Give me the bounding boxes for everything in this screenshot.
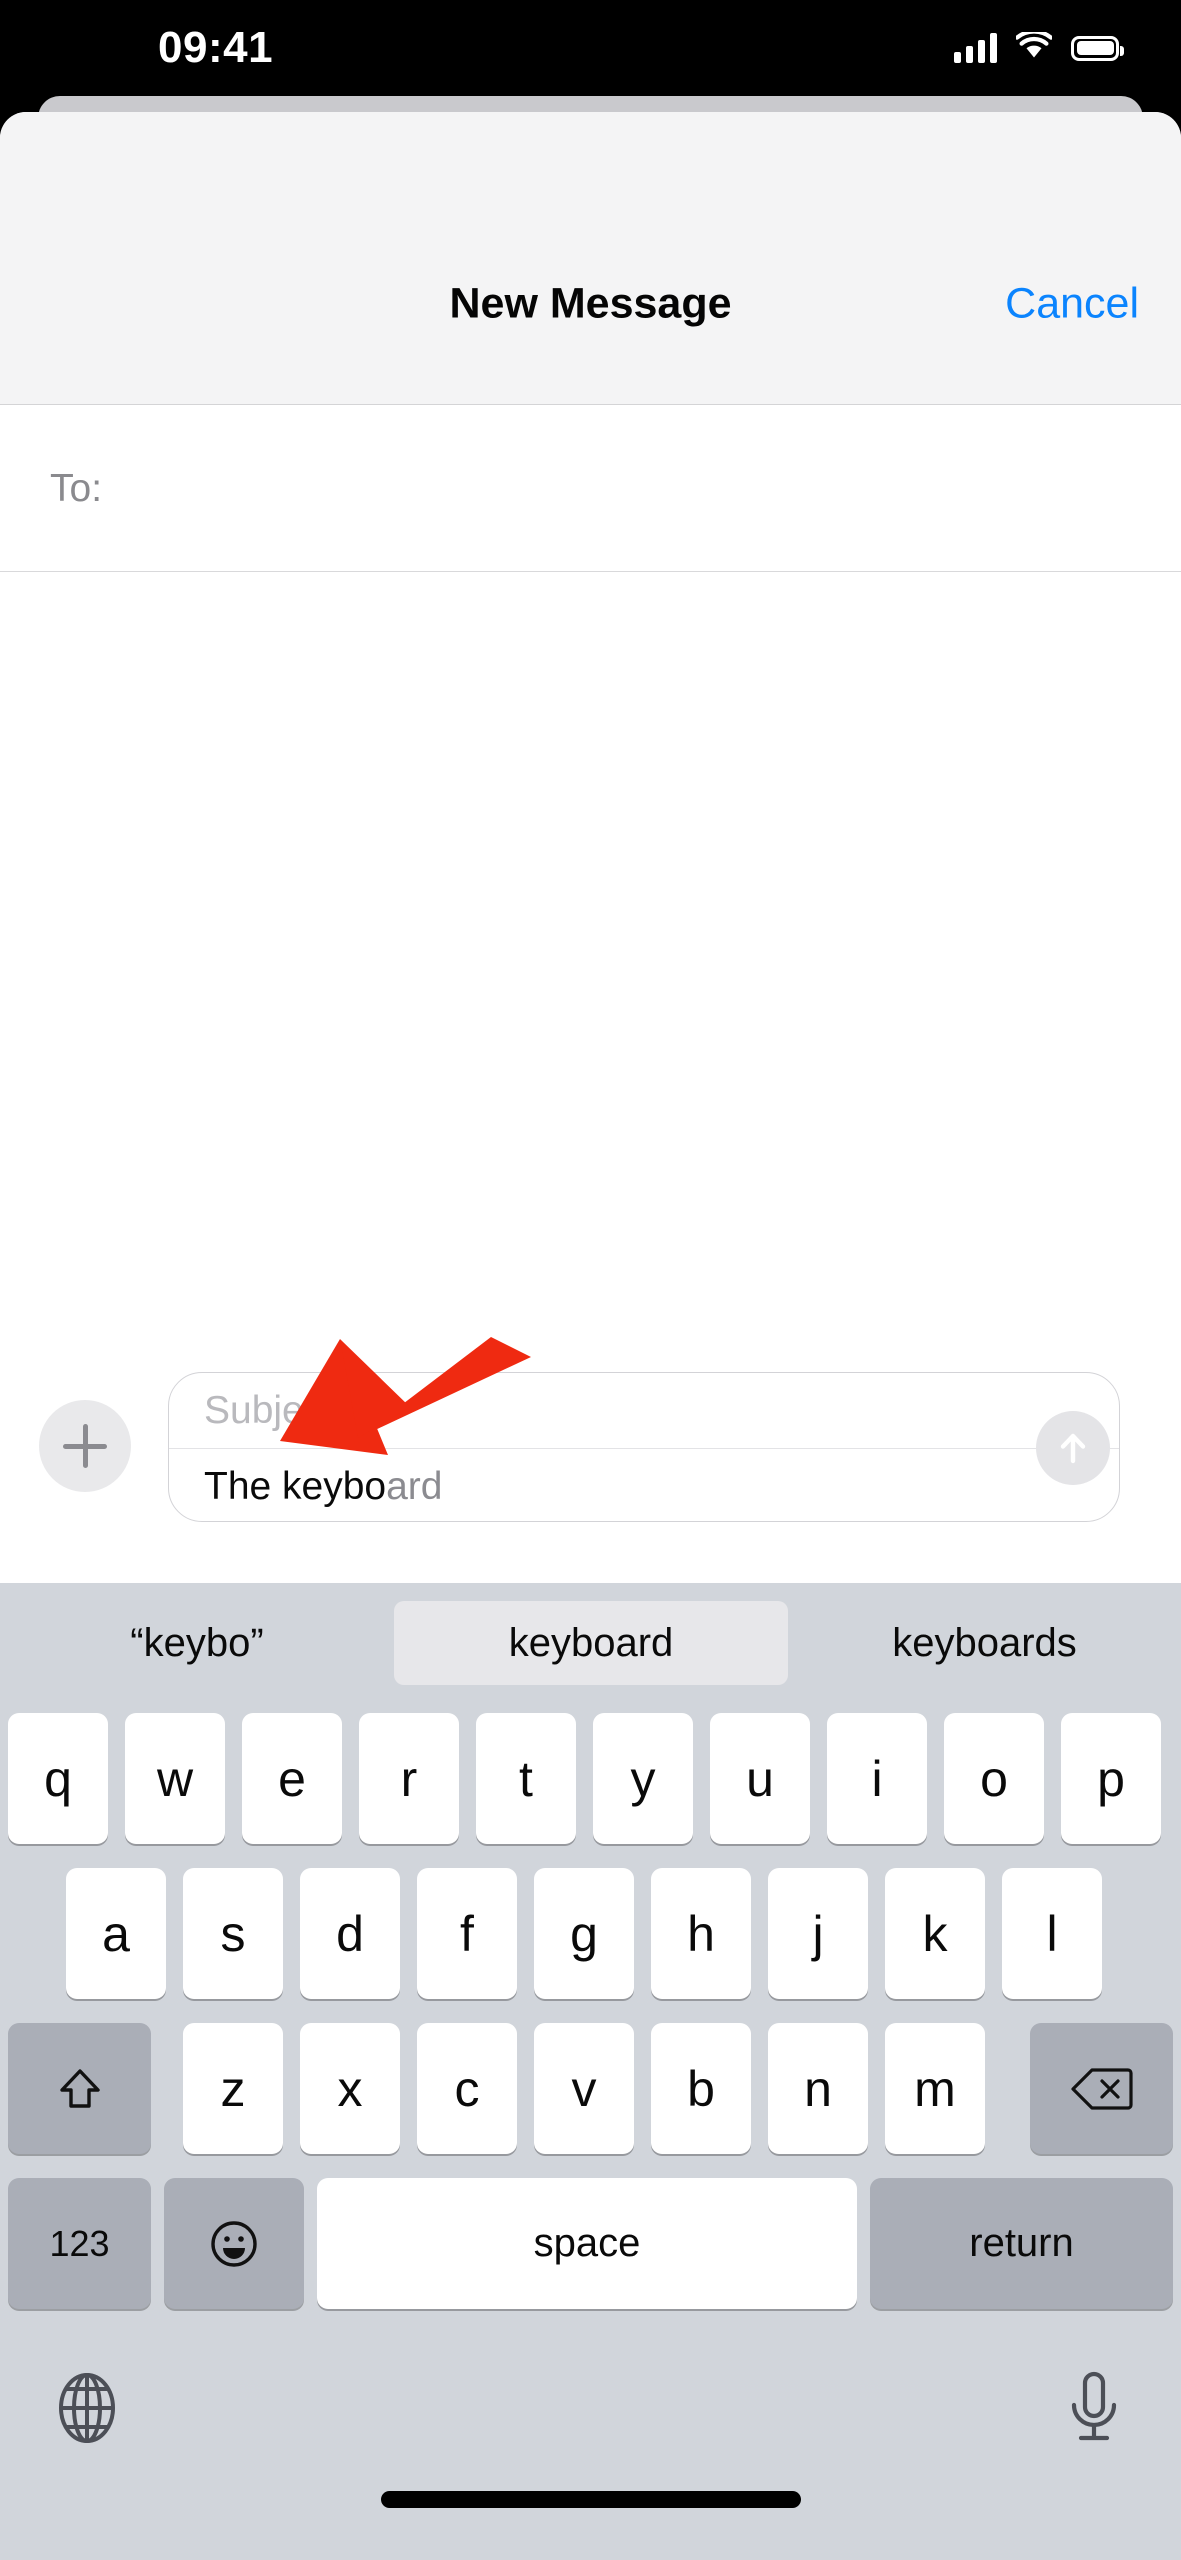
key-u[interactable]: u — [710, 1713, 810, 1844]
signal-bars-icon — [953, 33, 997, 63]
status-bar-icons — [953, 29, 1124, 64]
key-p[interactable]: p — [1061, 1713, 1161, 1844]
key-b[interactable]: b — [651, 2023, 751, 2154]
key-t[interactable]: t — [476, 1713, 576, 1844]
status-bar-time: 09:41 — [158, 23, 274, 72]
keyboard-row-1: q w e r t y u i o p — [0, 1713, 1181, 1863]
key-j[interactable]: j — [768, 1868, 868, 1999]
keyboard-bottom-bar — [0, 2343, 1181, 2560]
compose-bar: Subject The keyboard — [0, 1358, 1181, 1583]
keyboard-row-2: a s d f g h j k l — [0, 1868, 1181, 2018]
battery-icon — [1071, 35, 1124, 61]
arrow-up-icon — [1060, 1433, 1086, 1464]
key-i[interactable]: i — [827, 1713, 927, 1844]
space-key[interactable]: space — [317, 2178, 857, 2309]
on-screen-keyboard: “keybo” keyboard keyboards q w e r t y u… — [0, 1583, 1181, 2560]
key-n[interactable]: n — [768, 2023, 868, 2154]
cancel-button[interactable]: Cancel — [1005, 280, 1139, 329]
key-y[interactable]: y — [593, 1713, 693, 1844]
shift-arrow-icon — [59, 2068, 100, 2108]
message-field[interactable]: The keyboard — [169, 1449, 1119, 1522]
smiley-icon — [211, 2220, 257, 2267]
key-e[interactable]: e — [242, 1713, 342, 1844]
key-m[interactable]: m — [885, 2023, 985, 2154]
key-z[interactable]: z — [183, 2023, 283, 2154]
key-r[interactable]: r — [359, 1713, 459, 1844]
globe-icon — [59, 2373, 115, 2443]
key-a[interactable]: a — [66, 1868, 166, 1999]
dictation-key[interactable] — [1049, 2363, 1139, 2453]
wifi-icon — [1014, 29, 1054, 64]
compose-field[interactable]: Subject The keyboard — [168, 1372, 1120, 1522]
key-v[interactable]: v — [534, 2023, 634, 2154]
message-inline-prediction: ard — [386, 1465, 443, 1508]
subject-placeholder: Subject — [204, 1389, 335, 1432]
emoji-key[interactable] — [164, 2178, 304, 2309]
key-q[interactable]: q — [8, 1713, 108, 1844]
phone-screen: 09:41 New Message Cancel To: Subject The… — [0, 0, 1181, 2560]
key-s[interactable]: s — [183, 1868, 283, 1999]
new-message-sheet: New Message Cancel To: Subject The keybo… — [0, 112, 1181, 2560]
key-o[interactable]: o — [944, 1713, 1044, 1844]
key-w[interactable]: w — [125, 1713, 225, 1844]
return-key[interactable]: return — [870, 2178, 1173, 2309]
key-k[interactable]: k — [885, 1868, 985, 1999]
send-button[interactable] — [1036, 1411, 1110, 1485]
navigation-bar: New Message Cancel — [0, 112, 1181, 405]
key-l[interactable]: l — [1002, 1868, 1102, 1999]
predictive-text-bar: “keybo” keyboard keyboards — [0, 1583, 1181, 1703]
shift-key[interactable] — [8, 2023, 151, 2154]
page-title: New Message — [449, 279, 732, 328]
keyboard-row-4: 123 space return — [0, 2178, 1181, 2328]
backspace-icon — [1070, 2067, 1133, 2110]
key-d[interactable]: d — [300, 1868, 400, 1999]
message-text: The keyboard — [204, 1465, 442, 1509]
prediction-option-1[interactable]: keyboard — [394, 1601, 788, 1685]
home-indicator — [380, 2491, 801, 2508]
numbers-key[interactable]: 123 — [8, 2178, 151, 2309]
recipient-field[interactable]: To: — [0, 406, 1181, 572]
key-f[interactable]: f — [417, 1868, 517, 1999]
message-typed-text: The keybo — [204, 1465, 387, 1508]
recipient-label: To: — [50, 467, 103, 510]
globe-key[interactable] — [42, 2363, 132, 2453]
key-c[interactable]: c — [417, 2023, 517, 2154]
key-x[interactable]: x — [300, 2023, 400, 2154]
subject-field[interactable]: Subject — [169, 1373, 1119, 1449]
keyboard-row-3: z x c v b n m — [0, 2023, 1181, 2173]
microphone-icon — [1071, 2371, 1117, 2441]
add-attachment-button[interactable] — [39, 1400, 131, 1492]
prediction-option-0[interactable]: “keybo” — [0, 1601, 394, 1685]
key-g[interactable]: g — [534, 1868, 634, 1999]
key-h[interactable]: h — [651, 1868, 751, 1999]
backspace-key[interactable] — [1030, 2023, 1173, 2154]
prediction-option-2[interactable]: keyboards — [788, 1601, 1181, 1685]
